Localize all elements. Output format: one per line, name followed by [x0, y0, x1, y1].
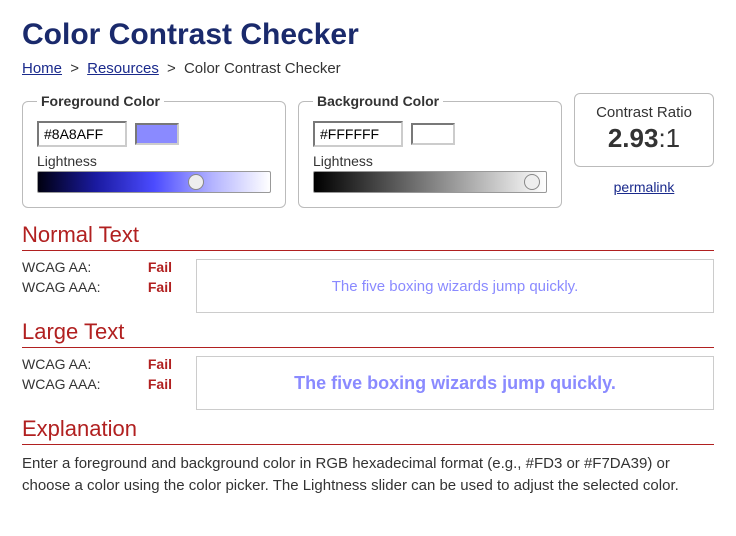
background-hex-input[interactable]	[313, 121, 403, 147]
contrast-ratio-suffix: :1	[658, 123, 680, 153]
breadcrumb-sep: >	[70, 60, 79, 77]
normal-text-heading: Normal Text	[22, 222, 714, 251]
large-aaa-label: WCAG AAA:	[22, 376, 101, 392]
background-panel: Background Color Lightness	[298, 93, 562, 208]
contrast-ratio-label: Contrast Ratio	[587, 104, 701, 121]
breadcrumb-resources[interactable]: Resources	[87, 60, 159, 77]
large-text-heading: Large Text	[22, 319, 714, 348]
foreground-lightness-label: Lightness	[37, 153, 271, 169]
foreground-panel: Foreground Color Lightness	[22, 93, 286, 208]
permalink-link[interactable]: permalink	[614, 179, 675, 195]
large-sample-text: The five boxing wizards jump quickly.	[294, 373, 616, 394]
breadcrumb: Home > Resources > Color Contrast Checke…	[22, 60, 714, 77]
breadcrumb-sep: >	[167, 60, 176, 77]
large-results: WCAG AA: Fail WCAG AAA: Fail	[22, 356, 172, 410]
foreground-legend: Foreground Color	[37, 93, 164, 109]
background-legend: Background Color	[313, 93, 443, 109]
background-lightness-label: Lightness	[313, 153, 547, 169]
foreground-swatch[interactable]	[135, 123, 179, 145]
normal-aa-status: Fail	[148, 259, 172, 275]
normal-aa-label: WCAG AA:	[22, 259, 91, 275]
contrast-ratio-box: Contrast Ratio 2.93:1	[574, 93, 714, 167]
normal-sample-text: The five boxing wizards jump quickly.	[332, 278, 579, 295]
normal-sample: The five boxing wizards jump quickly.	[196, 259, 714, 313]
foreground-hex-input[interactable]	[37, 121, 127, 147]
normal-results: WCAG AA: Fail WCAG AAA: Fail	[22, 259, 172, 313]
explanation-heading: Explanation	[22, 416, 714, 445]
background-lightness-slider[interactable]	[313, 171, 547, 193]
large-aaa-status: Fail	[148, 376, 172, 392]
background-swatch[interactable]	[411, 123, 455, 145]
normal-aaa-label: WCAG AAA:	[22, 279, 101, 295]
contrast-ratio-number: 2.93	[608, 123, 659, 153]
explanation-text: Enter a foreground and background color …	[22, 453, 714, 497]
breadcrumb-home[interactable]: Home	[22, 60, 62, 77]
page-title: Color Contrast Checker	[22, 18, 714, 52]
large-sample: The five boxing wizards jump quickly.	[196, 356, 714, 410]
foreground-lightness-slider[interactable]	[37, 171, 271, 193]
large-aa-label: WCAG AA:	[22, 356, 91, 372]
slider-thumb[interactable]	[188, 174, 204, 190]
normal-aaa-status: Fail	[148, 279, 172, 295]
contrast-ratio-value: 2.93:1	[587, 123, 701, 154]
slider-thumb[interactable]	[524, 174, 540, 190]
breadcrumb-current: Color Contrast Checker	[184, 60, 341, 77]
large-aa-status: Fail	[148, 356, 172, 372]
